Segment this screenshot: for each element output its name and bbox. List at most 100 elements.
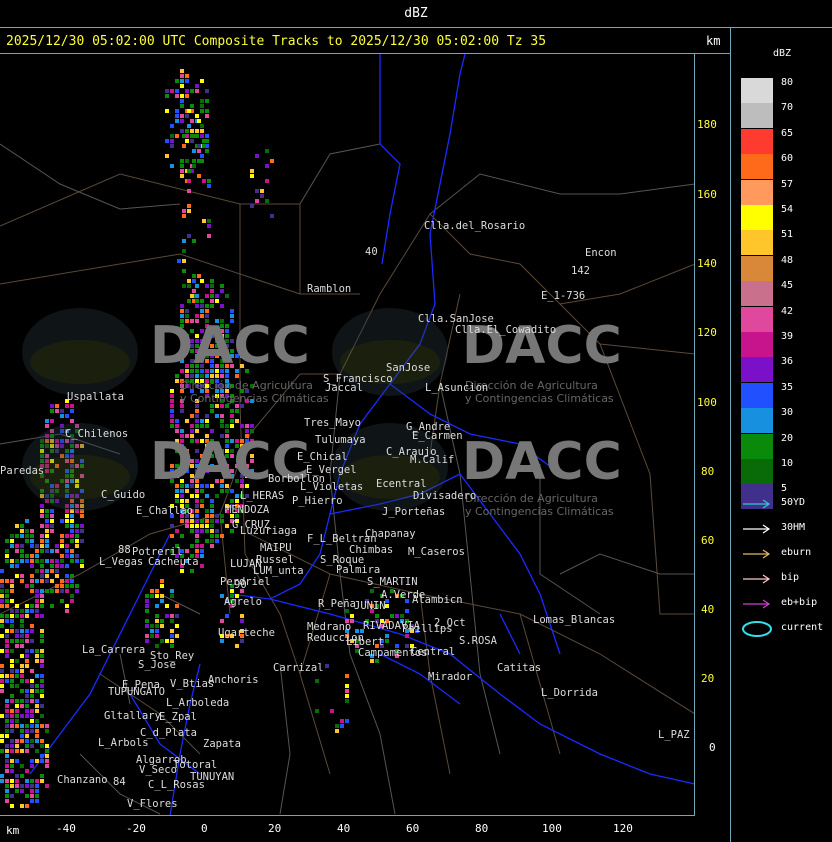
echo-cell — [145, 624, 149, 628]
echo-cell — [205, 134, 209, 138]
echo-cell — [70, 559, 74, 563]
echo-cell — [195, 419, 199, 423]
echo-cell — [35, 544, 39, 548]
echo-cell — [195, 424, 199, 428]
echo-cell — [25, 664, 29, 668]
echo-cell — [10, 764, 14, 768]
echo-cell — [160, 599, 164, 603]
echo-cell — [50, 589, 54, 593]
echo-cell — [192, 149, 196, 153]
echo-cell — [10, 804, 14, 808]
echo-cell — [192, 289, 196, 293]
echo-cell — [10, 659, 14, 663]
echo-cell — [10, 619, 14, 623]
echo-cell — [175, 94, 179, 98]
echo-cell — [35, 729, 39, 733]
y-tick-label: 0 — [709, 741, 716, 754]
echo-cell — [270, 214, 274, 218]
echo-cell — [175, 529, 179, 533]
echo-cell — [215, 519, 219, 523]
echo-cell — [15, 544, 19, 548]
echo-cell — [0, 714, 4, 718]
place-label: JUNIN — [354, 600, 386, 612]
echo-cell — [197, 174, 201, 178]
echo-cell — [55, 409, 59, 413]
echo-cell — [30, 529, 34, 533]
echo-cell — [60, 544, 64, 548]
echo-cell — [60, 599, 64, 603]
echo-cell — [40, 714, 44, 718]
x-tick-label: 20 — [268, 822, 282, 835]
echo-cell — [20, 804, 24, 808]
echo-cell — [220, 534, 224, 538]
echo-cell — [25, 694, 29, 698]
echo-cell — [195, 129, 199, 133]
echo-cell — [30, 539, 34, 543]
echo-cell — [35, 719, 39, 723]
echo-cell — [35, 654, 39, 658]
echo-cell — [5, 724, 9, 728]
echo-cell — [10, 639, 14, 643]
echo-cell — [145, 609, 149, 613]
echo-cell — [35, 554, 39, 558]
echo-cell — [20, 704, 24, 708]
echo-cell — [0, 649, 4, 653]
x-tick-label: -20 — [126, 822, 146, 835]
echo-cell — [192, 279, 196, 283]
echo-cell — [30, 689, 34, 693]
dbz-swatch — [741, 408, 773, 434]
echo-cell — [182, 249, 186, 253]
echo-cell — [5, 549, 9, 553]
echo-cell — [0, 589, 4, 593]
echo-cell — [230, 424, 234, 428]
echo-cell — [45, 754, 49, 758]
echo-cell — [0, 599, 4, 603]
echo-cell — [182, 269, 186, 273]
echo-cell — [0, 674, 4, 678]
echo-cell — [260, 189, 264, 193]
echo-cell — [35, 799, 39, 803]
echo-cell — [185, 114, 189, 118]
place-label: E_Challao — [136, 505, 193, 517]
arrow-icon — [743, 499, 771, 509]
echo-cell — [45, 729, 49, 733]
echo-cell — [182, 209, 186, 213]
echo-cell — [40, 654, 44, 658]
place-label: Tres_Mayo — [304, 417, 361, 429]
echo-cell — [50, 409, 54, 413]
echo-cell — [340, 719, 344, 723]
echo-cell — [75, 539, 79, 543]
echo-cell — [35, 749, 39, 753]
radar-map[interactable]: DACC Dirección de Agricultura y Contingen… — [0, 54, 695, 816]
echo-cell — [180, 119, 184, 123]
echo-cell — [200, 79, 204, 83]
echo-cell — [30, 794, 34, 798]
echo-cell — [192, 159, 196, 163]
echo-cell — [170, 89, 174, 93]
echo-cell — [35, 674, 39, 678]
echo-cell — [45, 784, 49, 788]
echo-cell — [65, 609, 69, 613]
dbz-swatch — [741, 230, 773, 256]
echo-cell — [35, 734, 39, 738]
echo-cell — [225, 424, 229, 428]
echo-cell — [30, 799, 34, 803]
echo-cell — [165, 154, 169, 158]
echo-cell — [10, 729, 14, 733]
echo-cell — [225, 614, 229, 618]
echo-cell — [155, 619, 159, 623]
echo-cell — [30, 729, 34, 733]
echo-cell — [20, 624, 24, 628]
echo-cell — [185, 524, 189, 528]
place-label: V_Seco — [139, 764, 177, 776]
echo-cell — [5, 719, 9, 723]
echo-cell — [215, 494, 219, 498]
echo-cell — [65, 414, 69, 418]
echo-cell — [170, 414, 174, 418]
echo-cell — [25, 634, 29, 638]
echo-cell — [35, 549, 39, 553]
echo-cell — [0, 604, 4, 608]
echo-cell — [35, 689, 39, 693]
echo-cell — [210, 294, 214, 298]
echo-cell — [195, 284, 199, 288]
